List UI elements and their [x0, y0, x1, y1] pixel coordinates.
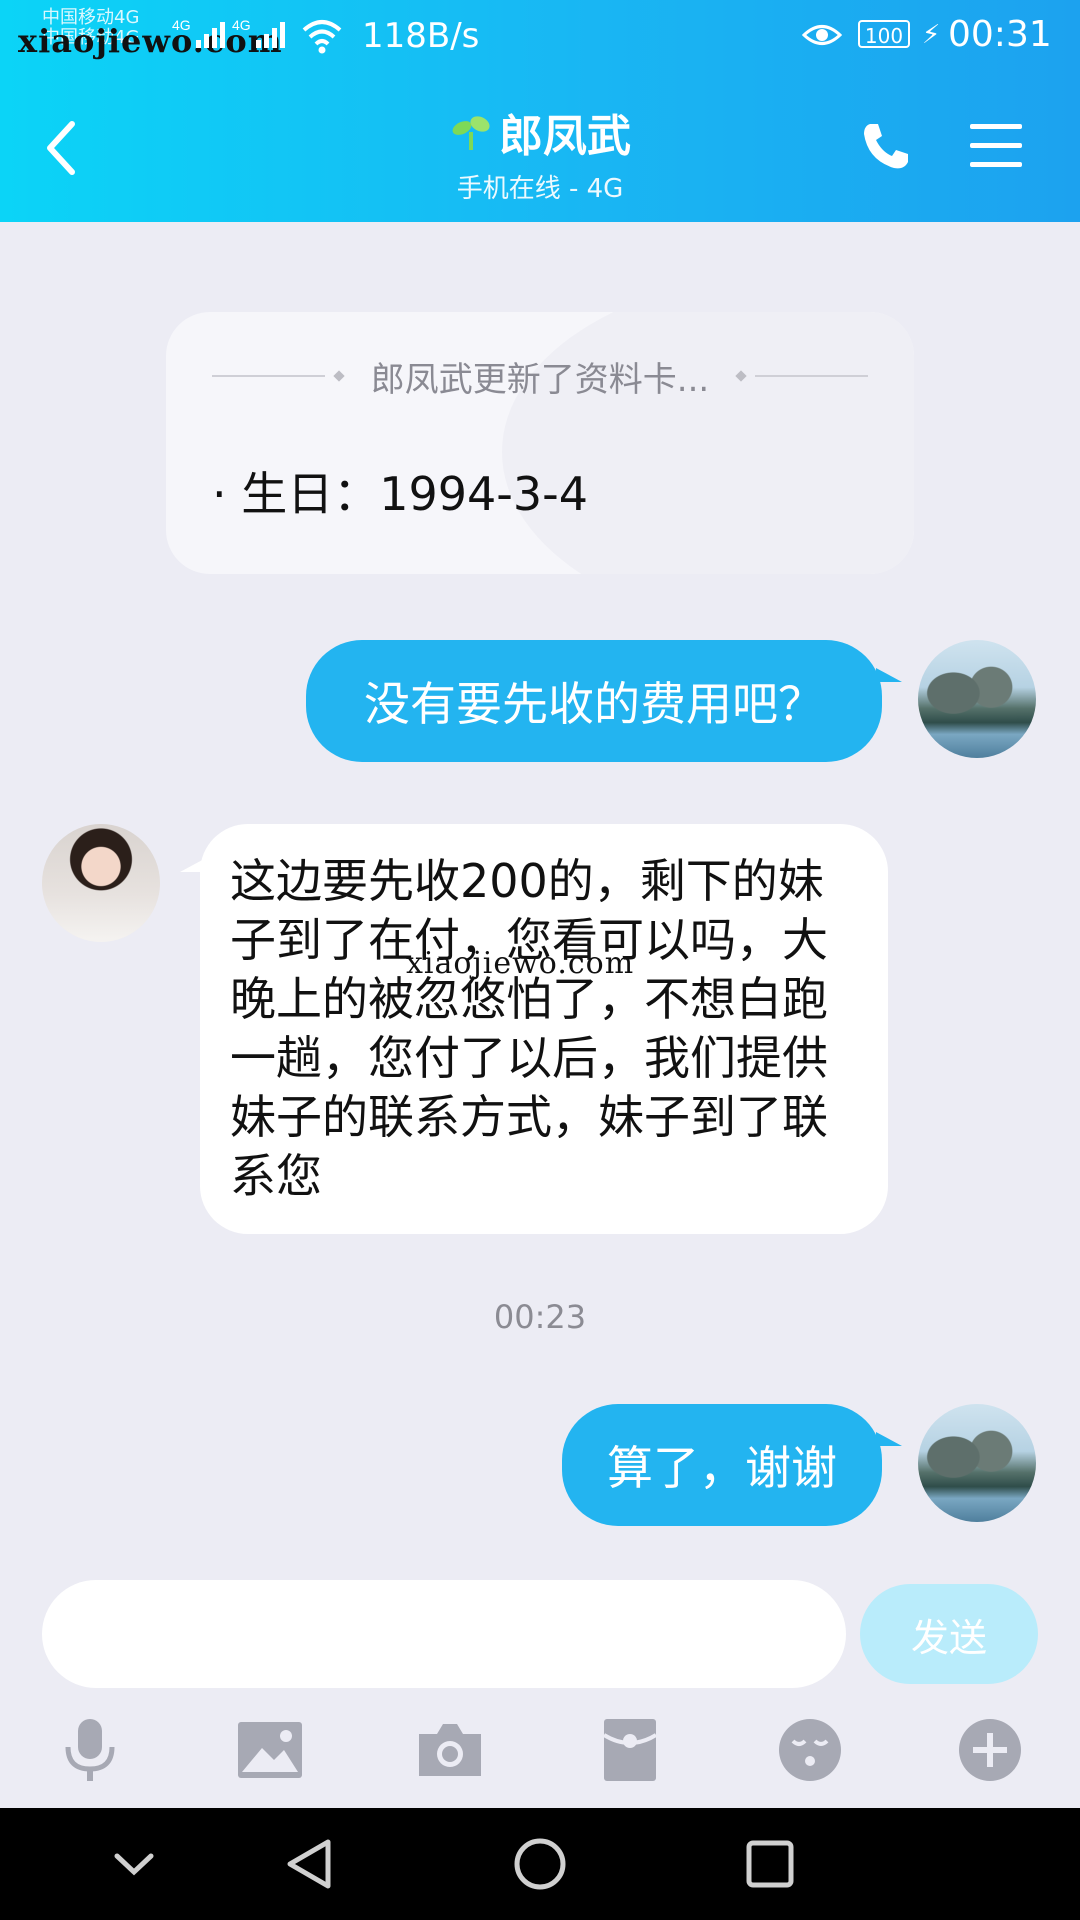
voice-call-button[interactable]: [858, 118, 914, 174]
status-clock: 00:31: [948, 14, 1052, 55]
system-navigation-bar: [0, 1808, 1080, 1920]
input-toolbar: [0, 1710, 1080, 1790]
chevron-down-icon: [114, 1853, 154, 1876]
message-input[interactable]: [42, 1580, 846, 1688]
hamburger-menu-icon: [970, 124, 1022, 167]
wifi-icon: [300, 16, 344, 60]
voice-input-button[interactable]: [50, 1710, 130, 1790]
message-timestamp: 00:23: [493, 1298, 587, 1336]
watermark-text-overlay: xiaojiewo.com: [406, 946, 635, 981]
camera-button[interactable]: [410, 1710, 490, 1790]
plus-icon: [959, 1719, 1021, 1781]
circle-home-icon: [514, 1838, 566, 1890]
triangle-back-icon: [287, 1839, 331, 1889]
my-avatar[interactable]: [918, 640, 1036, 758]
square-recents-icon: [746, 1840, 794, 1888]
hide-nav-button[interactable]: [102, 1836, 166, 1892]
emoji-icon: [779, 1719, 841, 1781]
contact-online-status: 手机在线 - 4G: [456, 174, 624, 204]
signal-icon: 4G 4G: [170, 14, 290, 58]
incoming-message[interactable]: 这边要先收200的，剩下的妹子到了在付，您看可以吗，大晚上的被忽悠怕了，不想白跑…: [200, 824, 888, 1234]
profile-card-headline: 郎凤武更新了资料卡...: [212, 356, 868, 400]
network-speed: 118B/s: [362, 16, 480, 56]
contact-name: 郎凤武: [499, 111, 631, 162]
contact-avatar[interactable]: [42, 824, 160, 942]
profile-card-title: 郎凤武更新了资料卡...: [370, 359, 710, 400]
profile-card-detail: · 生日：1994-3-4: [212, 467, 589, 521]
network-type-label-secondary: 4G: [232, 17, 251, 33]
nav-back-button[interactable]: [278, 1836, 342, 1892]
gallery-button[interactable]: [230, 1710, 310, 1790]
image-icon: [238, 1722, 302, 1778]
outgoing-message[interactable]: 没有要先收的费用吧？: [306, 640, 882, 762]
network-type-label: 4G: [172, 17, 191, 33]
outgoing-message[interactable]: 算了，谢谢: [562, 1404, 882, 1526]
chat-title: 郎凤武 手机在线 - 4G: [0, 100, 1080, 205]
menu-button[interactable]: [968, 118, 1024, 174]
nav-home-button[interactable]: [508, 1836, 572, 1892]
chat-header: 中国移动4G 中国移动4G xiaojiewo.com 4G 4G 118B/s: [0, 0, 1080, 222]
red-packet-button[interactable]: [590, 1710, 670, 1790]
microphone-icon: [65, 1719, 115, 1781]
camera-icon: [419, 1724, 481, 1776]
nav-recents-button[interactable]: [738, 1836, 802, 1892]
status-bar: 中国移动4G 中国移动4G xiaojiewo.com 4G 4G 118B/s: [0, 0, 1080, 76]
more-button[interactable]: [950, 1710, 1030, 1790]
profile-update-card[interactable]: 郎凤武更新了资料卡... · 生日：1994-3-4: [166, 312, 914, 574]
charging-icon: ⚡: [922, 20, 941, 50]
my-avatar[interactable]: [918, 1404, 1036, 1522]
red-packet-icon: [602, 1719, 658, 1781]
eye-comfort-icon: [801, 20, 843, 54]
sprout-icon: [452, 116, 490, 150]
emoji-button[interactable]: [770, 1710, 850, 1790]
phone-icon: [864, 124, 908, 169]
battery-indicator: 100: [858, 20, 910, 48]
send-button[interactable]: 发送: [860, 1584, 1038, 1684]
